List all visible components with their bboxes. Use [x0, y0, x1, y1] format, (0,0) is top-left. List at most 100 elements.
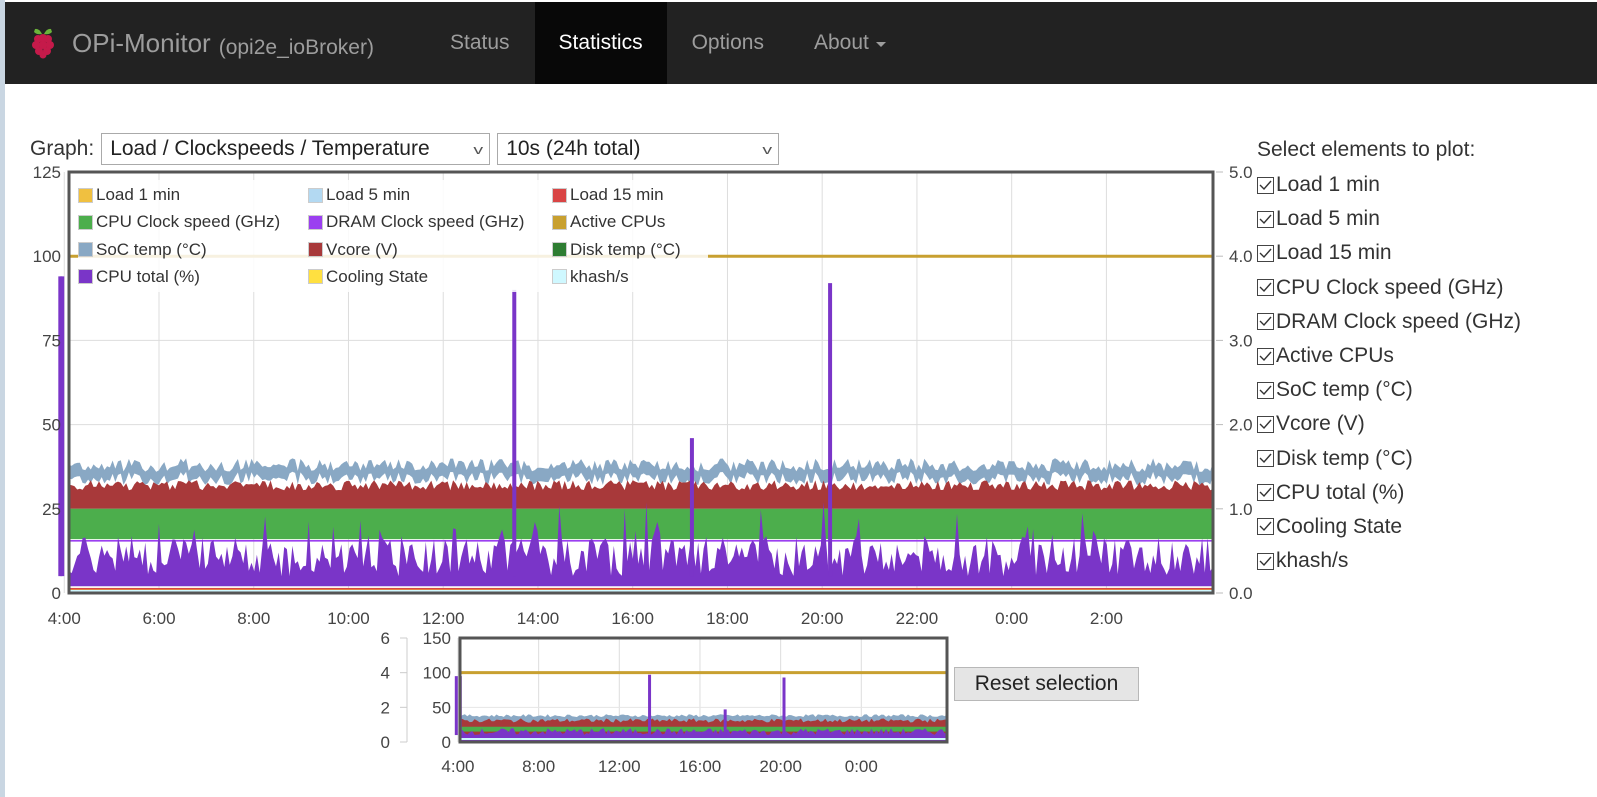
- legend-item: Load 15 min: [552, 185, 664, 205]
- checkbox[interactable]: [1257, 210, 1274, 228]
- legend-swatch: [552, 187, 567, 203]
- y-left-tick-label: 75: [42, 331, 61, 350]
- x-tick-label: 20:00: [801, 609, 844, 628]
- checkbox-item[interactable]: Active CPUs: [1257, 339, 1521, 373]
- legend-label: Load 5 min: [326, 185, 411, 204]
- checkbox-item[interactable]: Cooling State: [1257, 510, 1521, 544]
- checkmark-icon: [1259, 419, 1272, 429]
- legend-item: khash/s: [552, 267, 629, 287]
- legend-label: Disk temp (°C): [570, 239, 681, 259]
- checkbox[interactable]: [1257, 347, 1274, 365]
- checkbox[interactable]: [1257, 381, 1274, 399]
- checkbox-label: CPU total (%): [1276, 480, 1405, 504]
- checkbox-label: Load 1 min: [1276, 173, 1380, 197]
- checkbox-item[interactable]: khash/s: [1257, 544, 1521, 578]
- overview-inner-tick-label: 150: [423, 629, 451, 648]
- legend-swatch: [308, 187, 323, 203]
- main-x-axis: 6:00 8:00 10:00 12:00 14:00 16:00 18:00 20:00 22…: [48, 609, 1123, 628]
- checkmark-icon: [1259, 214, 1272, 224]
- overview-outer-tick-label: 0: [381, 733, 390, 752]
- checkbox[interactable]: [1257, 176, 1274, 194]
- series-soc-temp[interactable]: [69, 458, 1213, 486]
- legend-label: CPU Clock speed (GHz): [96, 212, 281, 232]
- checkbox-item[interactable]: Load 5 min: [1257, 202, 1521, 236]
- checkmark-icon: [1259, 351, 1272, 361]
- legend-item: Load 1 min: [78, 185, 180, 205]
- legend-item: Disk temp (°C): [552, 240, 681, 260]
- checkbox-item[interactable]: Vcore (V): [1257, 407, 1521, 441]
- checkmark-icon: [1259, 316, 1272, 327]
- x-tick-label: 4:00: [48, 609, 81, 628]
- checkbox[interactable]: [1257, 484, 1274, 502]
- y-left-tick-label: 125: [33, 163, 61, 182]
- overview-inner-tick-label: 100: [423, 664, 451, 683]
- checkbox-label: CPU Clock speed (GHz): [1276, 275, 1504, 299]
- checkbox-label: Active CPUs: [1276, 344, 1394, 368]
- legend-swatch: [308, 214, 323, 230]
- checkbox-label: Disk temp (°C): [1276, 446, 1413, 470]
- checkbox-item[interactable]: Disk temp (°C): [1257, 442, 1521, 476]
- legend-label: Active CPUs: [570, 212, 666, 232]
- x-tick-label: 12:00: [422, 609, 465, 628]
- legend-swatch: [552, 242, 567, 258]
- checkbox-item[interactable]: DRAM Clock speed (GHz): [1257, 305, 1521, 339]
- y-right-tick-label: 3.0: [1229, 331, 1253, 350]
- legend-swatch: [308, 242, 323, 258]
- legend-swatch: [78, 187, 93, 203]
- checkbox-item[interactable]: CPU total (%): [1257, 476, 1521, 510]
- checkbox-item[interactable]: Load 1 min: [1257, 168, 1521, 202]
- legend-item: Vcore (V): [308, 240, 398, 260]
- checkmark-icon: [1259, 385, 1272, 395]
- y-right-tick-label: 5.0: [1229, 163, 1253, 182]
- checkmark-icon: [1259, 248, 1272, 258]
- y-right-tick-label: 4.0: [1229, 247, 1253, 266]
- x-tick-label: 2:00: [1090, 609, 1123, 628]
- legend-item: Load 5 min: [308, 185, 410, 205]
- y-right-tick-label: 2.0: [1229, 416, 1253, 435]
- checkbox[interactable]: [1257, 450, 1274, 468]
- series-dram-clock[interactable]: [69, 540, 1213, 542]
- main-y-axis-right: 0.0 1.0 2.0 3.0 4.0 5.0: [1216, 163, 1253, 603]
- checkmark-icon: [1259, 180, 1272, 190]
- checkbox[interactable]: [1257, 415, 1274, 433]
- legend-label: DRAM Clock speed (GHz): [326, 212, 525, 232]
- y-right-tick-label: 0.0: [1229, 584, 1253, 603]
- x-tick-label: 10:00: [327, 609, 370, 628]
- series-vcore[interactable]: [69, 480, 1213, 509]
- checkbox[interactable]: [1257, 313, 1274, 331]
- y-left-tick-label: 100: [33, 247, 61, 266]
- checkbox-label: Vcore (V): [1276, 412, 1365, 436]
- checkbox-label: Load 5 min: [1276, 207, 1380, 231]
- legend-swatch: [552, 269, 567, 285]
- checkbox[interactable]: [1257, 244, 1274, 262]
- overview-x-axis: 8:00 12:00 16:00 20:00 0:00 4:00: [441, 757, 877, 776]
- chart-legend: Load 1 min Load 5 min Load 15 min CPU Clock…: [78, 180, 708, 292]
- checkbox-item[interactable]: Load 15 min: [1257, 236, 1521, 270]
- overview-outer-tick-label: 6: [381, 629, 390, 648]
- checkbox[interactable]: [1257, 279, 1274, 297]
- checkbox-label: Cooling State: [1276, 514, 1403, 538]
- x-tick-label: 16:00: [611, 609, 654, 628]
- y-left-tick-label: 0: [52, 584, 61, 603]
- checkmark-icon: [1259, 282, 1272, 293]
- overview-outer-tick-label: 4: [381, 664, 390, 683]
- overview-x-tick-label: 4:00: [441, 757, 474, 776]
- overview-outer-tick-label: 2: [381, 698, 390, 717]
- y-left-tick-label: 25: [42, 500, 61, 519]
- legend-label: Vcore (V): [326, 239, 398, 259]
- series-checklist: Select elements to plot: Load 1 min Load …: [1257, 138, 1521, 578]
- reset-selection-button[interactable]: Reset selection: [954, 667, 1139, 701]
- overview-cpu-clock[interactable]: [460, 726, 947, 732]
- checkmark-icon: [1259, 487, 1272, 498]
- legend-label: Load 15 min: [570, 185, 664, 204]
- checkbox[interactable]: [1257, 552, 1274, 570]
- checkbox[interactable]: [1257, 518, 1274, 536]
- overview-inner-tick-label: 0: [442, 733, 451, 752]
- checkbox-item[interactable]: SoC temp (°C): [1257, 373, 1521, 407]
- checkbox-label: khash/s: [1276, 549, 1349, 573]
- series-cpu-clock[interactable]: [69, 508, 1213, 540]
- x-tick-label: 6:00: [142, 609, 175, 628]
- checkbox-item[interactable]: CPU Clock speed (GHz): [1257, 271, 1521, 305]
- y-left-tick-label: 50: [42, 416, 61, 435]
- checkbox-label: SoC temp (°C): [1276, 378, 1413, 402]
